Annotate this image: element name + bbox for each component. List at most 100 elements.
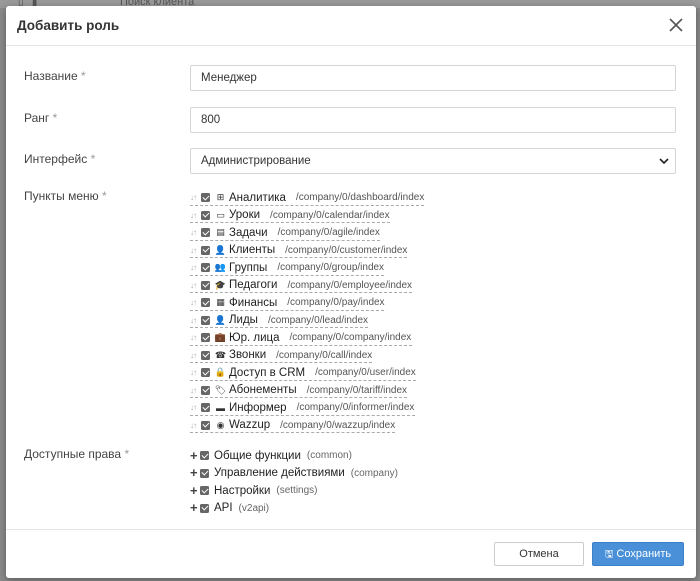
phone-icon: ☎ [214, 349, 227, 360]
rights-item[interactable]: + Общие функции (common) [190, 447, 398, 465]
menu-item-path: /company/0/group/index [277, 262, 385, 274]
menu-item-label: Группы [229, 261, 268, 274]
group-icon: 👥 [214, 262, 227, 273]
drag-handle-icon[interactable]: ↓↑ [190, 351, 200, 360]
rank-input[interactable]: 800 [190, 107, 676, 133]
menu-item-label: Педагоги [229, 279, 278, 292]
drag-handle-icon[interactable]: ↓↑ [190, 281, 200, 290]
cancel-button[interactable]: Отмена [494, 542, 584, 566]
menu-item-checkbox[interactable] [201, 245, 210, 255]
whatsapp-icon: ◉ [216, 419, 225, 430]
drag-handle-icon[interactable]: ↓↑ [190, 193, 200, 202]
drag-handle-icon[interactable]: ↓↑ [190, 246, 200, 255]
menu-item[interactable]: ↓↑ 👤 Клиенты/company/0/customer/index [190, 242, 430, 260]
modal-header: Добавить роль [6, 6, 696, 46]
rights-item-checkbox[interactable] [200, 486, 209, 496]
menu-item[interactable]: ↓↑ ◉ Wazzup/company/0/wazzup/index [190, 417, 430, 435]
expand-plus-icon[interactable]: + [190, 466, 199, 479]
menu-item[interactable]: ↓↑ ▦ Финансы/company/0/pay/index [190, 294, 430, 312]
modal-title: Добавить роль [17, 18, 120, 33]
drag-handle-icon[interactable]: ↓↑ [190, 228, 200, 237]
menu-item[interactable]: ↓↑ ▭ Уроки/company/0/calendar/index [190, 207, 430, 225]
menu-item-path: /company/0/lead/index [267, 314, 369, 326]
menu-item-path: /company/0/pay/index [287, 297, 385, 309]
rights-item[interactable]: + Настройки (settings) [190, 482, 398, 500]
rights-item-label: Настройки [214, 484, 271, 497]
rights-item-code: (company) [350, 467, 399, 479]
lock-icon: 🔒 [214, 367, 227, 378]
menu-item-checkbox[interactable] [201, 333, 210, 343]
rights-item-checkbox[interactable] [200, 451, 209, 461]
rights-item[interactable]: + API (v2api) [190, 500, 398, 518]
menu-item-divider [190, 309, 384, 311]
close-icon[interactable] [666, 15, 686, 35]
menu-item[interactable]: ↓↑ 🏷 Абонементы/company/0/tariff/index [190, 382, 430, 400]
drag-handle-icon[interactable]: ↓↑ [190, 386, 200, 395]
add-role-modal: Добавить роль Название * Менеджер Ранг *… [6, 6, 696, 578]
menu-item-checkbox[interactable] [201, 368, 210, 378]
rights-item[interactable]: + Управление действиями (company) [190, 465, 398, 483]
menu-item-checkbox[interactable] [201, 385, 210, 395]
menu-item-label: Клиенты [229, 244, 276, 257]
menu-items-list: ↓↑ ⊞ Аналитика/company/0/dashboard/index ↓↑… [190, 189, 430, 434]
drag-handle-icon[interactable]: ↓↑ [190, 403, 200, 412]
rights-item-checkbox[interactable] [200, 503, 209, 513]
drag-handle-icon[interactable]: ↓↑ [190, 263, 200, 272]
menu-item-checkbox[interactable] [201, 263, 210, 273]
modal-footer: Отмена 🖫 Сохранить [6, 529, 696, 578]
rights-item-checkbox[interactable] [200, 468, 209, 478]
menu-items-label: Пункты меню * [24, 189, 107, 203]
interface-select[interactable]: Администрирование [190, 148, 676, 174]
menu-item-label: Лиды [229, 314, 258, 327]
menu-item-path: /company/0/wazzup/index [280, 419, 396, 431]
menu-item-label: Абонементы [229, 384, 297, 397]
save-button[interactable]: 🖫 Сохранить [592, 542, 684, 566]
graduation-cap-icon: 🎓 [214, 279, 227, 290]
drag-handle-icon[interactable]: ↓↑ [190, 298, 200, 307]
menu-item-checkbox[interactable] [201, 280, 210, 290]
menu-item-checkbox[interactable] [201, 228, 210, 238]
menu-item-path: /company/0/company/index [289, 332, 412, 344]
rights-item-label: Управление действиями [214, 467, 345, 480]
menu-item-checkbox[interactable] [201, 420, 210, 430]
drag-handle-icon[interactable]: ↓↑ [190, 316, 200, 325]
menu-item-divider [190, 327, 368, 328]
menu-item[interactable]: ↓↑ ▬ Информер/company/0/informer/index [190, 399, 430, 417]
interface-select-value: Администрирование [201, 155, 311, 167]
drag-handle-icon[interactable]: ↓↑ [190, 421, 200, 430]
menu-item-label: Аналитика [229, 191, 286, 204]
expand-plus-icon[interactable]: + [190, 449, 199, 462]
rank-label: Ранг * [24, 111, 58, 125]
menu-item-checkbox[interactable] [201, 403, 210, 413]
menu-item[interactable]: ↓↑ 👤 Лиды/company/0/lead/index [190, 312, 430, 330]
menu-item-divider [190, 204, 424, 206]
menu-item[interactable]: ↓↑ 🔒 Доступ в CRM/company/0/user/index [190, 364, 430, 382]
menu-item-checkbox[interactable] [201, 315, 210, 325]
menu-item[interactable]: ↓↑ ☎ Звонки/company/0/call/index [190, 347, 430, 365]
menu-item-checkbox[interactable] [201, 298, 210, 308]
menu-item-path: /company/0/user/index [315, 367, 416, 379]
drag-handle-icon[interactable]: ↓↑ [190, 368, 200, 377]
name-input[interactable]: Менеджер [190, 65, 676, 91]
drag-handle-icon[interactable]: ↓↑ [190, 333, 200, 342]
menu-item-divider [190, 414, 415, 416]
menu-item-checkbox[interactable] [201, 350, 210, 360]
menu-item-checkbox[interactable] [201, 193, 210, 203]
name-label: Название * [24, 69, 86, 83]
menu-item[interactable]: ↓↑ 💼 Юр. лица/company/0/company/index [190, 329, 430, 347]
menu-item-path: /company/0/employee/index [287, 279, 413, 291]
expand-plus-icon[interactable]: + [190, 484, 199, 497]
menu-item[interactable]: ↓↑ 👥 Группы/company/0/group/index [190, 259, 430, 277]
drag-handle-icon[interactable]: ↓↑ [190, 211, 200, 220]
save-icon: 🖫 [604, 549, 614, 560]
menu-item-checkbox[interactable] [201, 210, 210, 220]
menu-item-divider [190, 379, 416, 381]
menu-item-path: /company/0/call/index [276, 349, 373, 361]
menu-item[interactable]: ↓↑ 🎓 Педагоги/company/0/employee/index [190, 277, 430, 295]
dashboard-icon: ⊞ [216, 192, 225, 203]
expand-plus-icon[interactable]: + [190, 501, 199, 514]
menu-item-divider [190, 432, 395, 433]
menu-item[interactable]: ↓↑ ▤ Задачи/company/0/agile/index [190, 224, 430, 242]
menu-item[interactable]: ↓↑ ⊞ Аналитика/company/0/dashboard/index [190, 189, 430, 207]
menu-item-path: /company/0/informer/index [296, 402, 415, 414]
